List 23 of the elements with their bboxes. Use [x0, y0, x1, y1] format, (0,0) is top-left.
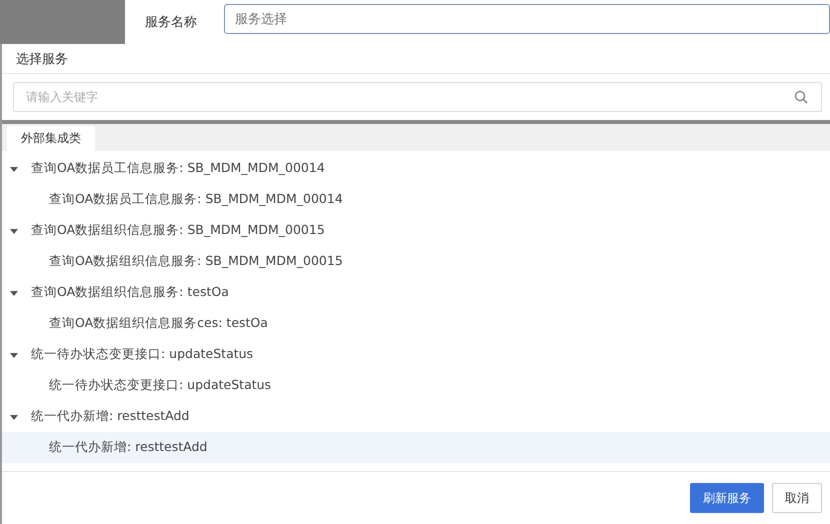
refresh-button[interactable]: 刷新服务 [690, 483, 764, 513]
tree-item[interactable]: 查询OA数据员工信息服务: SB_MDM_MDM_00014 [2, 184, 830, 215]
search-field[interactable]: 请输入关键字 [13, 82, 822, 112]
dialog-title: 选择服务 [16, 50, 68, 68]
tree-item[interactable]: 统一代办新增: resttestAdd [2, 432, 830, 463]
tab[interactable]: 外部集成类 [7, 126, 95, 151]
tree-item[interactable]: 查询OA数据组织信息服务: testOa [2, 277, 830, 308]
tree-item[interactable]: 查询OA数据组织信息服务: SB_MDM_MDM_00015 [2, 215, 830, 246]
caret-icon[interactable] [10, 164, 18, 172]
caret-icon[interactable] [10, 226, 18, 234]
tree-item[interactable]: 查询OA数据组织信息服务ces: testOa [2, 308, 830, 339]
tree-item[interactable]: 查询OA数据员工信息服务: SB_MDM_MDM_00014 [2, 153, 830, 184]
service-select-field[interactable]: 服务选择 [224, 4, 830, 34]
tree-item[interactable]: 查询OA数据组织信息服务: SB_MDM_MDM_00015 [2, 246, 830, 277]
tree-item[interactable]: 统一待办状态变更接口: updateStatus [2, 370, 830, 401]
caret-icon[interactable] [10, 412, 18, 420]
cancel-button[interactable]: 取消 [772, 483, 822, 513]
caret-icon[interactable] [10, 350, 18, 358]
field-label: 服务名称 [145, 14, 198, 31]
tree-item[interactable]: 统一代办新增: resttestAdd [2, 401, 830, 432]
caret-icon[interactable] [10, 288, 18, 296]
tree-item[interactable]: 统一待办状态变更接口: updateStatus [2, 339, 830, 370]
search-icon [794, 90, 808, 104]
